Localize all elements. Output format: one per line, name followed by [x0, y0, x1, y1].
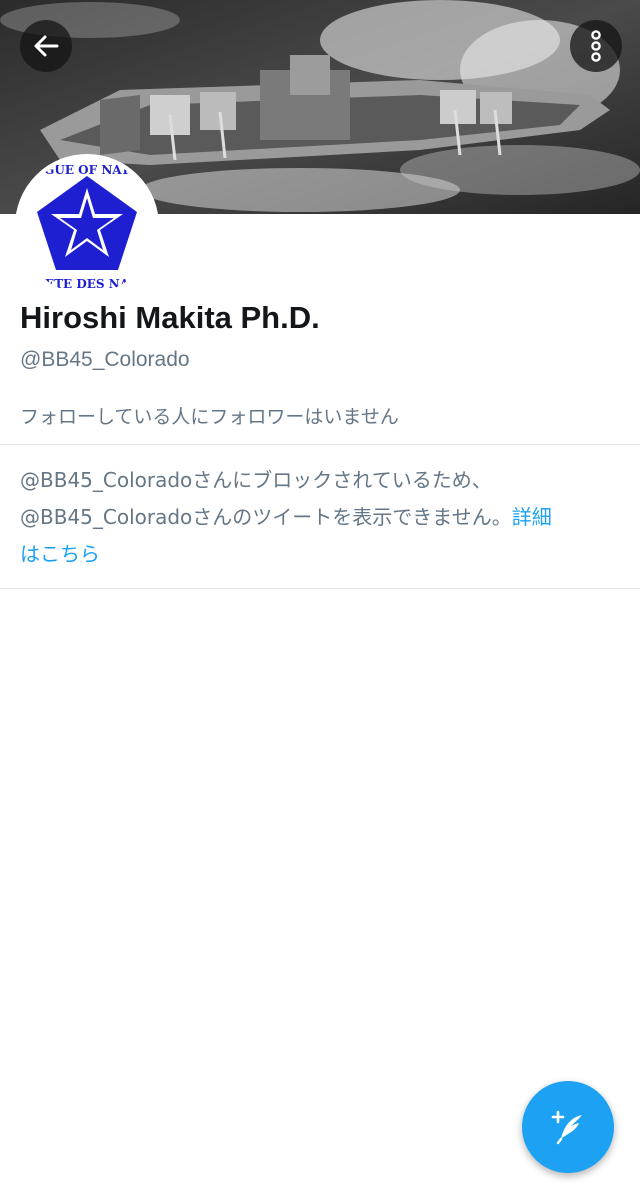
profile-avatar[interactable]: GUE OF NAT ETE DES NA	[15, 154, 159, 298]
more-options-button[interactable]	[570, 20, 622, 72]
compose-tweet-icon	[551, 1110, 582, 1145]
blocked-message-line-2: @BB45_Coloradoさんのツイートを表示できません。詳細	[20, 499, 620, 536]
profile-handle: @BB45_Colorado	[20, 348, 190, 371]
blocked-message-line-2-text: @BB45_Coloradoさんのツイートを表示できません。	[20, 505, 512, 529]
compose-tweet-button[interactable]	[522, 1081, 614, 1173]
blocked-message-line-1: @BB45_Coloradoさんにブロックされているため、	[20, 468, 492, 492]
emblem-bottom-lettering: ETE DES NA	[45, 277, 130, 291]
arrow-left-icon	[34, 35, 59, 57]
back-button[interactable]	[20, 20, 72, 72]
learn-more-link-part-2[interactable]: はこちら	[20, 536, 620, 573]
league-emblem-logo: GUE OF NAT ETE DES NA	[19, 158, 155, 294]
divider	[0, 588, 640, 589]
divider	[0, 444, 640, 445]
more-vertical-icon	[591, 30, 601, 62]
profile-name: Hiroshi Makita Ph.D.	[20, 300, 320, 335]
blocked-message: @BB45_Coloradoさんにブロックされているため、 @BB45_Colo…	[20, 462, 620, 573]
learn-more-link-part-1[interactable]: 詳細	[512, 505, 552, 529]
emblem-top-lettering: GUE OF NAT	[44, 163, 130, 177]
followers-you-know-note: フォローしている人にフォロワーはいません	[20, 406, 399, 428]
